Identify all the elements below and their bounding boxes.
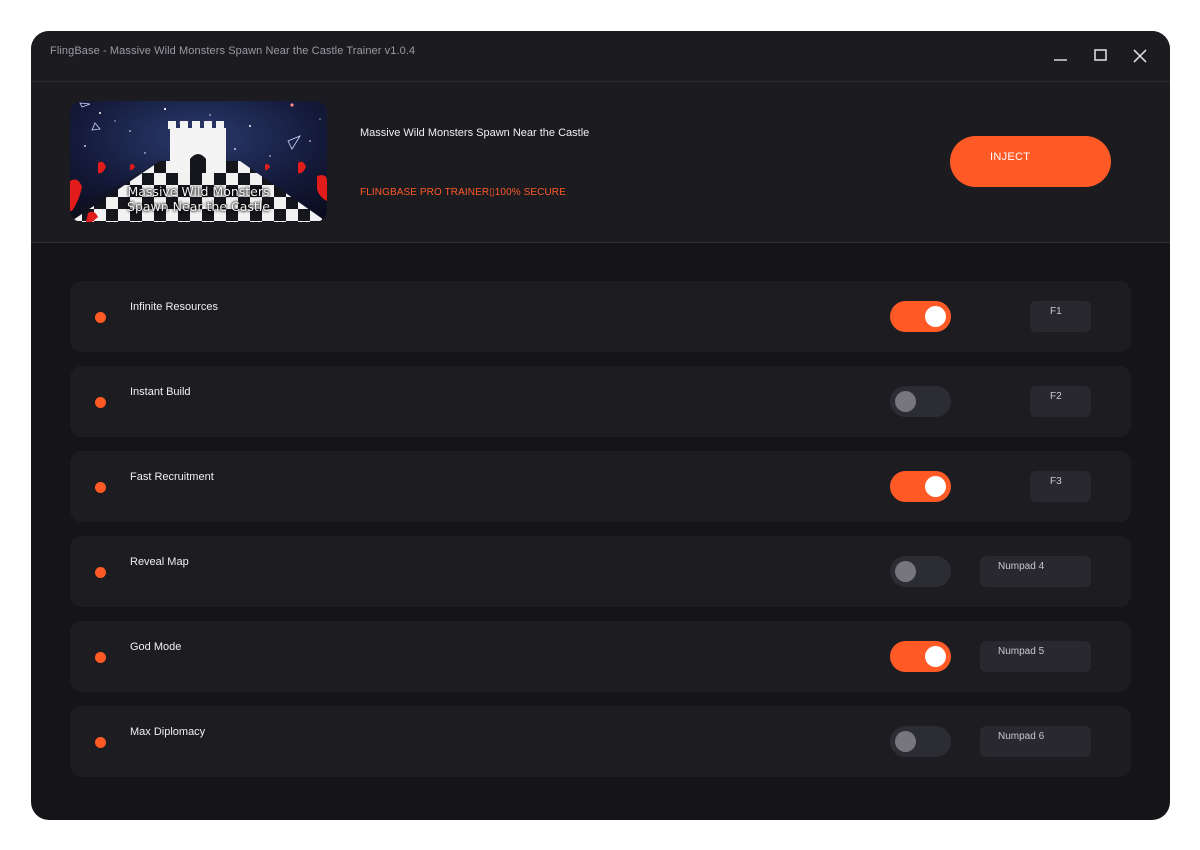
toggle-knob xyxy=(895,391,916,412)
hotkey-button[interactable]: Numpad 6 xyxy=(980,726,1091,757)
cheat-row-max-diplomacy: Max Diplomacy Numpad 6 xyxy=(70,706,1131,777)
hotkey-label: Numpad 4 xyxy=(998,561,1045,572)
hotkey-button[interactable]: F1 xyxy=(1030,301,1091,332)
minimize-button[interactable] xyxy=(1045,44,1075,70)
maximize-icon xyxy=(1094,49,1107,61)
cheat-toggle[interactable] xyxy=(890,726,951,757)
trainer-window: FlingBase - Massive Wild Monsters Spawn … xyxy=(31,31,1170,820)
cheat-row-infinite-resources: Infinite Resources F1 xyxy=(70,281,1131,352)
hotkey-button[interactable]: Numpad 4 xyxy=(980,556,1091,587)
cheat-toggle[interactable] xyxy=(890,471,951,502)
hotkey-button[interactable]: Numpad 5 xyxy=(980,641,1091,672)
status-dot xyxy=(95,567,106,578)
cheat-label: Max Diplomacy xyxy=(130,726,206,738)
toggle-knob xyxy=(925,646,946,667)
status-dot xyxy=(95,652,106,663)
status-dot xyxy=(95,482,106,493)
cheat-label: Fast Recruitment xyxy=(130,471,214,483)
game-title: Massive Wild Monsters Spawn Near the Cas… xyxy=(360,127,590,139)
maximize-button[interactable] xyxy=(1085,44,1115,70)
toggle-knob xyxy=(895,561,916,582)
close-button[interactable] xyxy=(1125,44,1155,70)
cheat-toggle[interactable] xyxy=(890,301,951,332)
inject-button[interactable]: INJECT xyxy=(950,136,1111,187)
toggle-knob xyxy=(925,476,946,497)
cheat-toggle[interactable] xyxy=(890,556,951,587)
cheat-row-god-mode: God Mode Numpad 5 xyxy=(70,621,1131,692)
trainer-subtitle: FLINGBASE PRO TRAINER▯100% SECURE xyxy=(360,187,566,198)
toggle-knob xyxy=(925,306,946,327)
status-dot xyxy=(95,312,106,323)
cheat-label: Infinite Resources xyxy=(130,301,219,313)
game-header: Massive Wild Monsters Spawn Near the Cas… xyxy=(31,82,1170,243)
cheat-row-fast-recruitment: Fast Recruitment F3 xyxy=(70,451,1131,522)
inject-button-label: INJECT xyxy=(990,151,1031,163)
toggle-knob xyxy=(895,731,916,752)
hotkey-label: F1 xyxy=(1050,306,1062,317)
hotkey-label: Numpad 6 xyxy=(998,731,1045,742)
close-icon xyxy=(1133,49,1147,63)
status-dot xyxy=(95,397,106,408)
cover-caption-line1: Massive Wild Monsters xyxy=(127,184,270,199)
hotkey-label: Numpad 5 xyxy=(998,646,1045,657)
hotkey-button[interactable]: F3 xyxy=(1030,471,1091,502)
title-bar[interactable]: FlingBase - Massive Wild Monsters Spawn … xyxy=(31,31,1170,82)
minimize-icon xyxy=(1054,59,1067,61)
cheat-toggle[interactable] xyxy=(890,641,951,672)
cheat-toggle[interactable] xyxy=(890,386,951,417)
hotkey-label: F3 xyxy=(1050,476,1062,487)
status-dot xyxy=(95,737,106,748)
game-cover-image: Massive Wild Monsters Spawn Near the Cas… xyxy=(70,101,327,222)
cheat-row-instant-build: Instant Build F2 xyxy=(70,366,1131,437)
cheat-label: God Mode xyxy=(130,641,182,653)
cheat-row-reveal-map: Reveal Map Numpad 4 xyxy=(70,536,1131,607)
cover-caption-line2: Spawn Near the Castle xyxy=(127,199,270,214)
window-title: FlingBase - Massive Wild Monsters Spawn … xyxy=(50,45,416,57)
hotkey-button[interactable]: F2 xyxy=(1030,386,1091,417)
cheat-label: Instant Build xyxy=(130,386,191,398)
hotkey-label: F2 xyxy=(1050,391,1062,402)
cheat-label: Reveal Map xyxy=(130,556,189,568)
